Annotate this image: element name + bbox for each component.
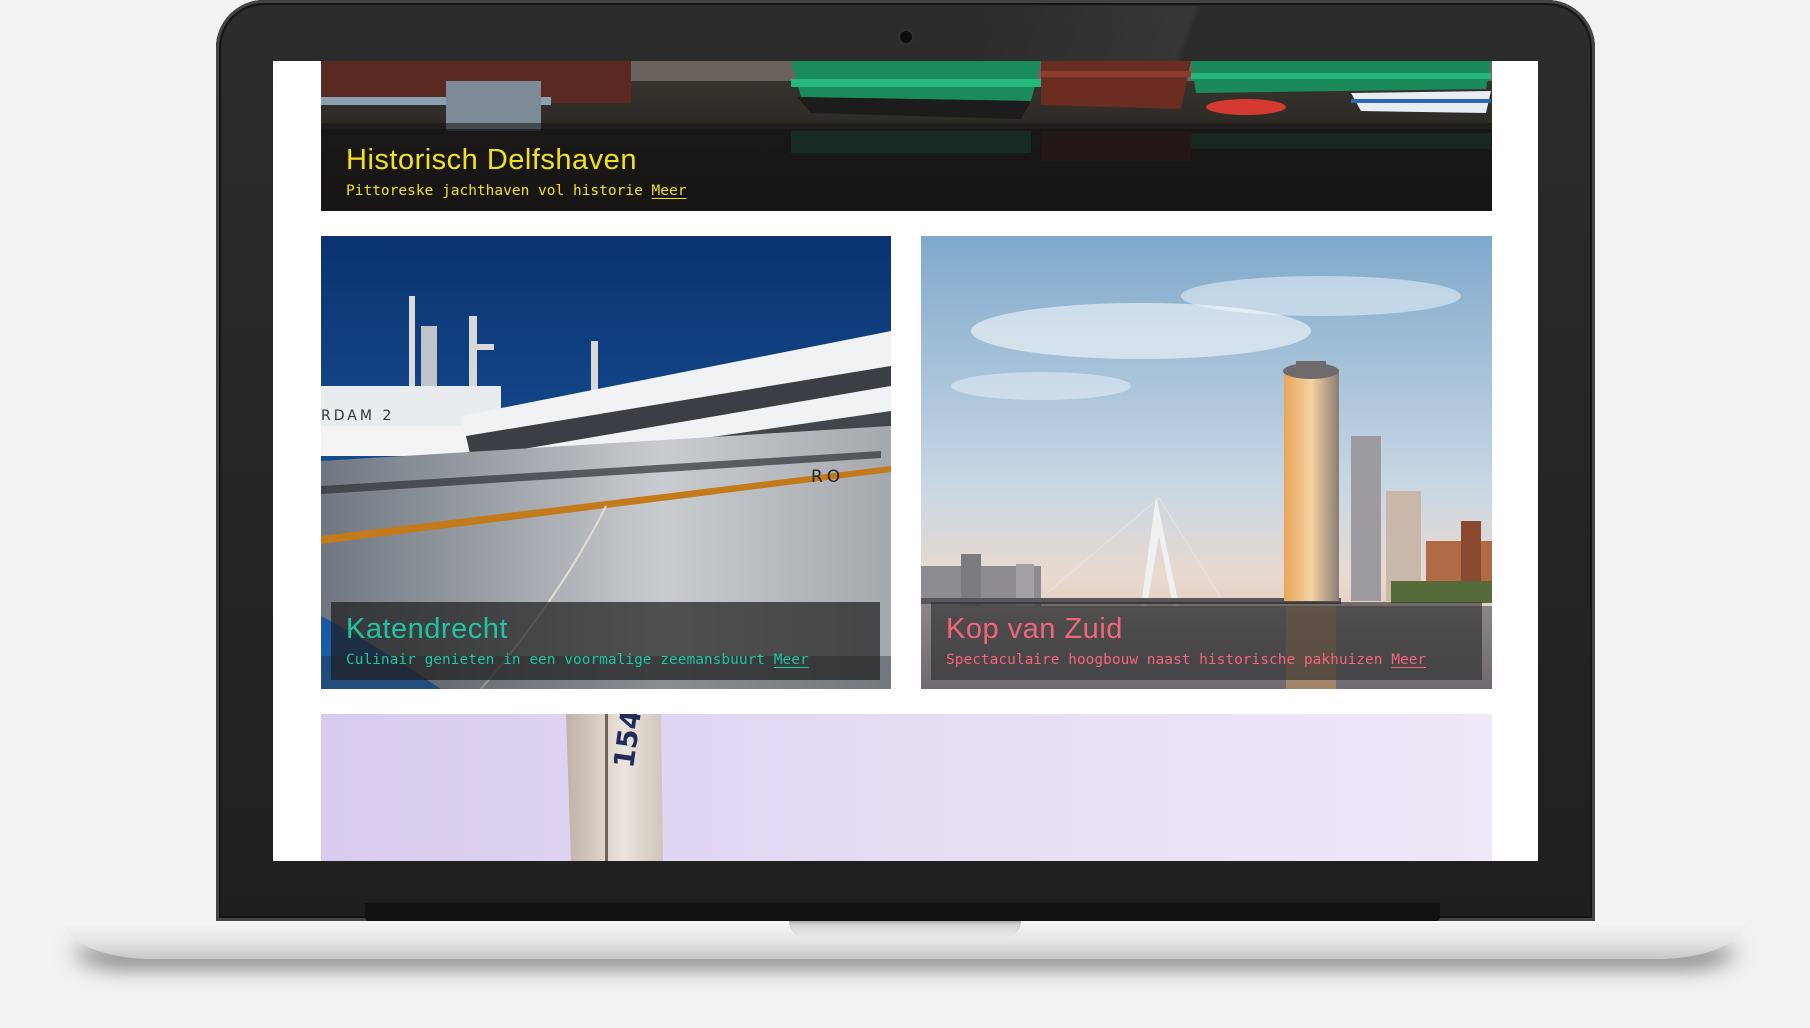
ship-bridge-sign: RDAM 2: [321, 408, 394, 424]
more-link[interactable]: Meer: [774, 652, 809, 668]
ship-bow-lettering: RO: [811, 467, 844, 487]
laptop-hinge: [365, 903, 1440, 921]
caption-delfshaven: Historisch Delfshaven Pittoreske jachtha…: [321, 123, 1492, 211]
card-sailboat[interactable]: 154: [321, 714, 1492, 861]
more-link[interactable]: Meer: [652, 183, 687, 199]
card-subtitle: Spectaculaire hoogbouw naast historische…: [946, 650, 1467, 670]
card-title: Kop van Zuid: [946, 613, 1123, 645]
card-title: Historisch Delfshaven: [346, 144, 637, 176]
laptop-notch: [789, 921, 1021, 937]
card-description: Pittoreske jachthaven vol historie: [346, 183, 643, 199]
card-title: Katendrecht: [346, 613, 508, 645]
card-subtitle: Culinair genieten in een voormalige zeem…: [346, 650, 865, 670]
card-katendrecht[interactable]: RO RDAM 2 Katendrecht Culinair genieten …: [321, 236, 891, 689]
caption-katendrecht: Katendrecht Culinair genieten in een voo…: [331, 602, 880, 680]
webcam-icon: [900, 31, 912, 43]
card-kopvanzuid[interactable]: Kop van Zuid Spectaculaire hoogbouw naas…: [921, 236, 1492, 689]
card-description: Culinair genieten in een voormalige zeem…: [346, 652, 766, 668]
sailboat-image: 154: [321, 714, 1492, 861]
screen: Historisch Delfshaven Pittoreske jachtha…: [273, 61, 1538, 861]
caption-kopvanzuid: Kop van Zuid Spectaculaire hoogbouw naas…: [931, 602, 1482, 680]
card-description: Spectaculaire hoogbouw naast historische…: [946, 652, 1383, 668]
more-link[interactable]: Meer: [1391, 652, 1426, 668]
card-subtitle: Pittoreske jachthaven vol historie Meer: [346, 181, 1467, 201]
card-delfshaven[interactable]: Historisch Delfshaven Pittoreske jachtha…: [321, 61, 1492, 211]
